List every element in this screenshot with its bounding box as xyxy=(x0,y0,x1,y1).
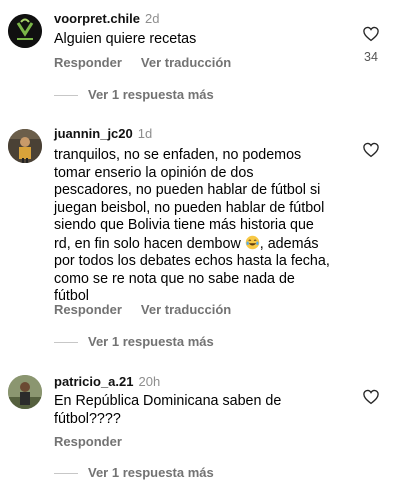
timestamp: 20h xyxy=(138,374,161,389)
reply-button[interactable]: Responder xyxy=(54,302,122,317)
replies-divider xyxy=(54,95,78,97)
comment-juannin: juannin_jc20 1d tranquilos, no se enfaden… xyxy=(0,110,400,365)
view-replies-button[interactable]: Ver 1 respuesta más xyxy=(54,334,214,349)
heart-icon[interactable] xyxy=(362,388,380,406)
timestamp: 2d xyxy=(144,11,160,26)
reply-button[interactable]: Responder xyxy=(54,434,122,449)
avatar-photo-icon xyxy=(8,375,42,409)
comment-patricio: patricio_a.21 20h En República Dominicana… xyxy=(0,365,400,489)
reply-button[interactable]: Responder xyxy=(54,55,122,70)
avatar[interactable] xyxy=(8,14,42,48)
username[interactable]: patricio_a.21 xyxy=(54,374,134,389)
heart-icon[interactable] xyxy=(362,25,380,43)
avatar-logo-icon xyxy=(8,14,42,48)
comment-text: tranquilos, no se enfaden, no podemos to… xyxy=(54,147,330,304)
comment-voorpret: voorpret.chile 2d Alguien quiere recetas … xyxy=(0,0,400,110)
replies-divider xyxy=(54,473,78,475)
username[interactable]: voorpret.chile xyxy=(54,11,140,26)
like-count: 34 xyxy=(364,50,378,64)
avatar[interactable] xyxy=(8,375,42,409)
replies-divider xyxy=(54,342,78,344)
timestamp: 1d xyxy=(137,126,153,141)
username[interactable]: juannin_jc20 xyxy=(54,126,133,141)
translate-button[interactable]: Ver traducción xyxy=(141,55,231,70)
avatar-photo-icon xyxy=(8,129,42,163)
comment-text: En República Dominicana saben de fútbol?… xyxy=(54,393,282,427)
view-replies-button[interactable]: Ver 1 respuesta más xyxy=(54,87,214,102)
heart-icon[interactable] xyxy=(362,141,380,159)
avatar[interactable] xyxy=(8,129,42,163)
tears-of-joy-emoji-icon xyxy=(245,235,260,249)
view-replies-button[interactable]: Ver 1 respuesta más xyxy=(54,465,214,480)
translate-button[interactable]: Ver traducción xyxy=(141,302,231,317)
comment-text: Alguien quiere recetas xyxy=(54,31,197,47)
